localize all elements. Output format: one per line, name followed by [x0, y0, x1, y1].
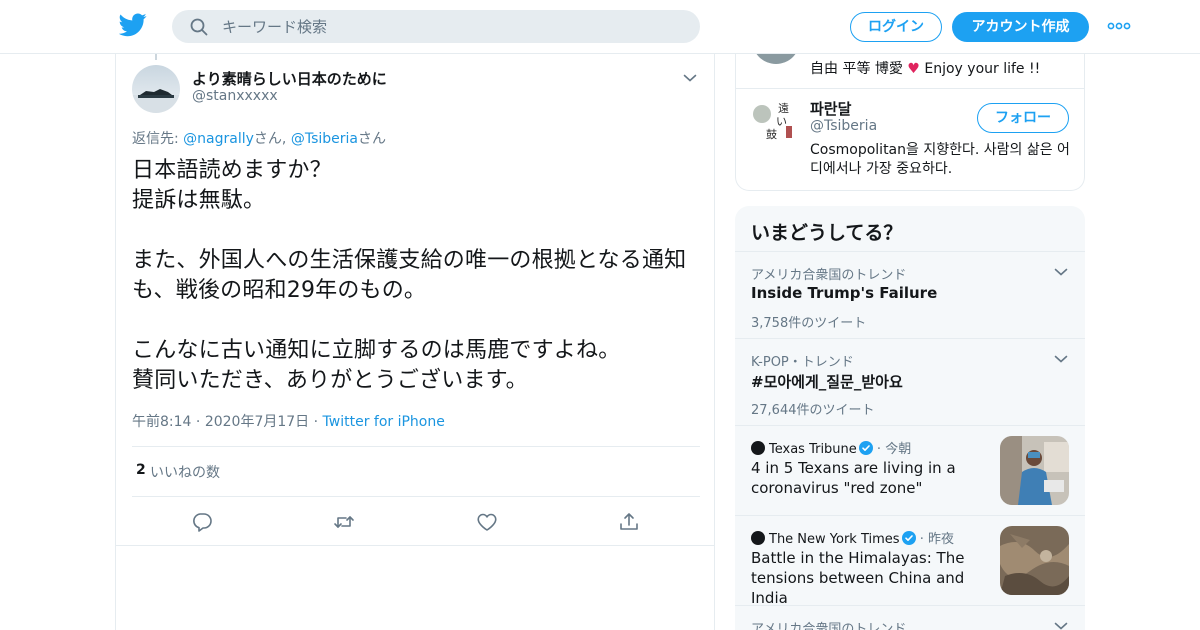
tweet-stats: 2 いいねの数 [132, 446, 700, 497]
reply-to-line: 返信先: @nagrallyさん, @Tsiberiaさん [132, 128, 386, 148]
chevron-down-icon[interactable] [1053, 264, 1069, 280]
trend-context: アメリカ合衆国のトレンド [751, 268, 907, 283]
honorific-suffix: さん [357, 131, 386, 147]
retweet-icon[interactable] [333, 511, 355, 533]
share-icon[interactable] [618, 511, 640, 533]
tweet-action-bar [116, 499, 714, 545]
trends-panel: いまどうしてる？ アメリカ合衆国のトレンド Inside Trump's Fai… [735, 206, 1085, 630]
news-source: The New York Times · 昨夜 [751, 528, 954, 547]
like-heart-icon[interactable] [476, 511, 498, 533]
suggested-user-handle[interactable]: @Tsiberia [810, 118, 877, 134]
svg-text:遠: 遠 [778, 102, 789, 115]
tweet-metadata: 午前8:14 · 2020年7月17日 · Twitter for iPhone [132, 414, 445, 430]
chevron-down-icon[interactable] [1053, 351, 1069, 367]
svg-text:い: い [776, 115, 787, 128]
verified-badge-icon [858, 441, 873, 455]
follow-button[interactable]: フォロー [977, 103, 1069, 133]
signup-button[interactable]: アカウント作成 [952, 12, 1089, 42]
svg-text:鼓: 鼓 [766, 127, 777, 141]
news-thumbnail-image [1000, 436, 1069, 505]
trend-title[interactable]: #모아에게_질문_받아요 [751, 371, 903, 392]
suggested-user-avatar[interactable]: 遠 い 鼓 [752, 98, 796, 144]
news-time: 今朝 [885, 442, 912, 457]
honorific-suffix: さん [253, 131, 282, 147]
news-item[interactable]: The New York Times · 昨夜 Battle in the Hi… [735, 515, 1085, 608]
bio-text: Enjoy your life !! [919, 61, 1041, 77]
trend-context: アメリカ合衆国のトレンド [751, 622, 907, 630]
author-handle[interactable]: @stanxxxxx [192, 88, 278, 104]
avatar-image [132, 65, 180, 113]
verified-badge-icon [901, 531, 916, 545]
suggested-user-name[interactable]: 파란달 [810, 98, 851, 119]
tweet-detail-column: より素晴らしい日本のために @stanxxxxx 返信先: @nagrallyさ… [115, 54, 715, 630]
news-thumbnail[interactable] [1000, 436, 1069, 505]
suggested-user-bio: Cosmopolitan을 지향한다. 사람의 삶은 어디에서나 가장 중요하다… [810, 142, 1070, 177]
reply-mention-link[interactable]: @Tsiberia [291, 131, 358, 147]
like-count-label[interactable]: いいねの数 [150, 462, 220, 482]
author-avatar[interactable] [132, 65, 180, 113]
chevron-down-icon[interactable] [682, 70, 698, 86]
tweet-date[interactable]: 2020年7月17日 [205, 414, 309, 430]
trend-item[interactable]: アメリカ合衆国のトレンド [735, 605, 1085, 630]
login-button[interactable]: ログイン [850, 12, 942, 42]
nyt-logo-icon [751, 531, 765, 545]
trend-item[interactable]: アメリカ合衆国のトレンド Inside Trump's Failure 3,75… [735, 251, 1085, 339]
top-navigation-bar: ログイン アカウント作成 [0, 0, 1200, 54]
news-thumbnail[interactable] [1000, 526, 1069, 595]
tweet-text: 日本語読めますか？ 提訴は無駄。 また、外国人への生活保護支給の唯一の根拠となる… [132, 158, 687, 393]
news-source-name: Texas Tribune [769, 442, 857, 457]
trends-title: いまどうしてる？ [751, 222, 903, 244]
tweet-time[interactable]: 午前8:14 [132, 414, 191, 430]
news-time: 昨夜 [927, 532, 954, 547]
news-headline[interactable]: 4 in 5 Texans are living in a coronaviru… [751, 458, 989, 498]
reply-mention-link[interactable]: @nagrally [183, 131, 254, 147]
news-item[interactable]: Texas Tribune · 今朝 4 in 5 Texans are liv… [735, 425, 1085, 515]
tweet-card: より素晴らしい日本のために @stanxxxxx 返信先: @nagrallyさ… [116, 54, 714, 546]
previous-user-bio: 自由 平等 博愛 ♥ Enjoy your life !! [810, 58, 1040, 78]
news-source: Texas Tribune · 今朝 [751, 438, 911, 457]
more-options-icon[interactable] [1106, 14, 1132, 38]
search-input[interactable] [222, 10, 682, 43]
trend-tweet-count: 3,758件のツイート [751, 316, 867, 331]
author-display-name[interactable]: より素晴らしい日本のために [192, 68, 387, 89]
reply-to-prefix: 返信先: [132, 131, 184, 147]
trend-item[interactable]: K-POP・トレンド #모아에게_질문_받아요 27,644件のツイート [735, 338, 1085, 426]
search-icon [190, 18, 208, 36]
chevron-down-icon[interactable] [1053, 618, 1069, 630]
like-count[interactable]: 2 [136, 462, 146, 478]
texas-tribune-logo-icon [751, 441, 765, 455]
news-thumbnail-image [1000, 526, 1069, 595]
trend-tweet-count: 27,644件のツイート [751, 403, 875, 418]
news-headline[interactable]: Battle in the Himalayas: The tensions be… [751, 548, 989, 608]
trend-context: K-POP・トレンド [751, 355, 854, 370]
divider [736, 88, 1084, 89]
search-box[interactable] [172, 10, 700, 43]
reply-separator: , [281, 131, 291, 147]
heart-emoji-icon: ♥ [907, 61, 920, 77]
reply-icon[interactable] [191, 511, 213, 533]
twitter-bird-logo-icon[interactable] [119, 13, 147, 37]
bio-text: 自由 平等 博愛 [810, 61, 908, 77]
tweet-source-link[interactable]: Twitter for iPhone [323, 414, 445, 430]
trend-title[interactable]: Inside Trump's Failure [751, 284, 937, 302]
who-to-follow-card: 自由 平等 博愛 ♥ Enjoy your life !! 遠 い 鼓 파란달 … [735, 22, 1085, 191]
news-source-name: The New York Times [769, 532, 900, 547]
